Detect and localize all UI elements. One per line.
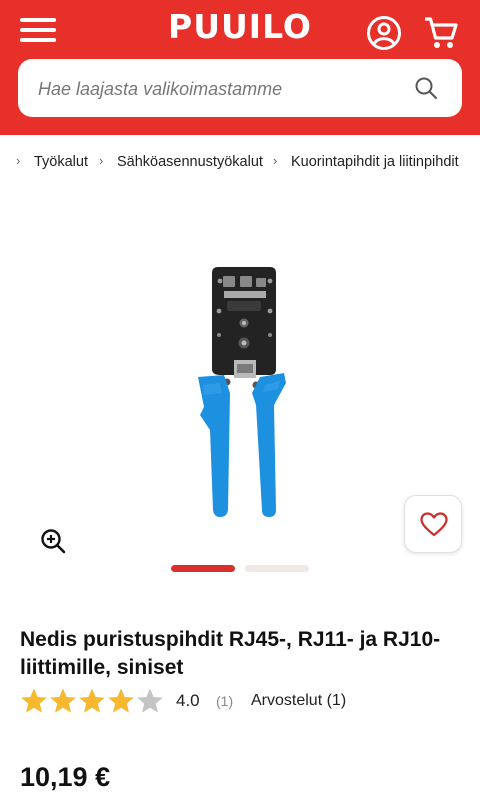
site-header: PUUILO [0, 0, 480, 135]
cart-icon [425, 17, 458, 48]
chevron-right-icon: › [273, 153, 278, 168]
search-icon[interactable] [414, 76, 438, 100]
account-button[interactable] [365, 14, 403, 52]
star-icon [21, 688, 47, 713]
rating-row: 4.0 (1) Arvostelut (1) [20, 687, 460, 717]
rating-value: 4.0 [176, 691, 200, 710]
zoom-in-icon [41, 529, 66, 554]
product-image[interactable] [190, 265, 300, 527]
breadcrumb-item-sahkoasennustyokalut[interactable]: Sähköasennustyökalut [117, 154, 263, 170]
star-icon [137, 688, 163, 713]
product-price: 10,19 € [20, 762, 111, 792]
product-title: Nedis puristuspihdit RJ45-, RJ11- ja RJ1… [20, 628, 441, 679]
search-box [18, 59, 462, 119]
heart-icon [420, 512, 448, 537]
product-gallery [0, 195, 480, 590]
rating-count: (1) [216, 693, 234, 709]
reviews-link[interactable]: Arvostelut (1) [251, 692, 346, 710]
account-icon [367, 16, 401, 50]
star-icon [108, 688, 134, 713]
cart-button[interactable] [422, 14, 460, 52]
breadcrumb: › Työkalut › Sähköasennustyökalut › Kuor… [0, 150, 480, 178]
favorite-button[interactable] [404, 495, 462, 553]
chevron-right-icon: › [16, 153, 21, 168]
star-icon [79, 688, 105, 713]
chevron-right-icon: › [99, 153, 104, 168]
search-input[interactable] [36, 59, 410, 119]
menu-button[interactable] [20, 18, 56, 48]
star-rating [21, 688, 163, 713]
zoom-button[interactable] [40, 528, 66, 554]
breadcrumb-item-kuorintapihdit[interactable]: Kuorintapihdit ja liitinpihdit [291, 154, 459, 170]
site-logo[interactable]: PUUILO [140, 6, 340, 48]
star-icon [50, 688, 76, 713]
gallery-dot[interactable] [245, 565, 309, 572]
hamburger-icon [20, 18, 56, 22]
gallery-dot-active[interactable] [171, 565, 235, 572]
breadcrumb-item-tyokalut[interactable]: Työkalut [34, 154, 88, 170]
